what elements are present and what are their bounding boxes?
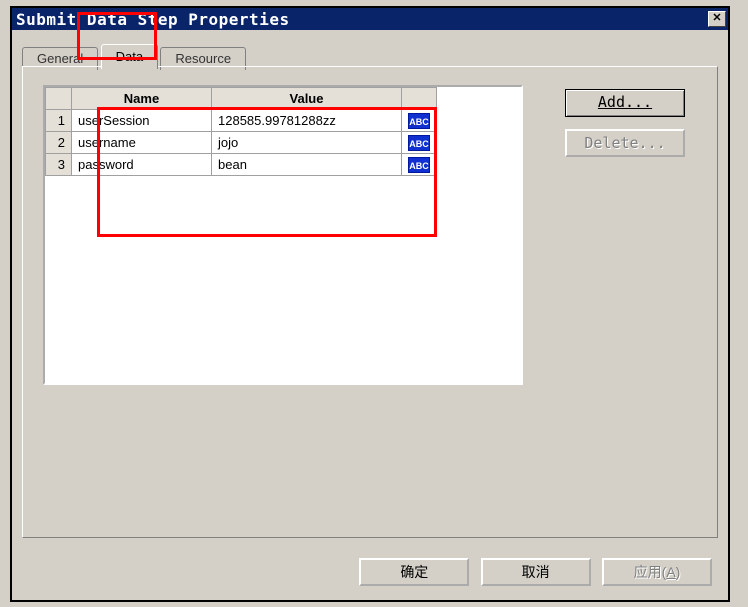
ok-button[interactable]: 确定: [359, 558, 469, 586]
button-label: Add...: [598, 93, 652, 111]
side-button-group: Add... Delete...: [565, 89, 695, 169]
cell-value[interactable]: bean: [212, 154, 402, 176]
abc-icon: ABC: [408, 113, 430, 129]
col-header-value[interactable]: Value: [212, 88, 402, 110]
button-label: 取消: [522, 564, 550, 580]
cell-type-chip[interactable]: ABC: [402, 132, 437, 154]
dialog-button-bar: 确定 取消 应用(A): [18, 558, 722, 586]
table-row[interactable]: 3 password bean ABC: [46, 154, 437, 176]
cell-name[interactable]: userSession: [72, 110, 212, 132]
client-area: General Data Resource Name Value 1 userS…: [18, 36, 722, 594]
tab-data[interactable]: Data: [101, 44, 158, 69]
col-header-name[interactable]: Name: [72, 88, 212, 110]
cell-value[interactable]: 128585.99781288zz: [212, 110, 402, 132]
abc-icon: ABC: [408, 157, 430, 173]
table-row[interactable]: 1 userSession 128585.99781288zz ABC: [46, 110, 437, 132]
abc-icon: ABC: [408, 135, 430, 151]
window-title: Submit Data Step Properties: [16, 10, 290, 29]
row-number[interactable]: 3: [46, 154, 72, 176]
table-row[interactable]: 2 username jojo ABC: [46, 132, 437, 154]
header-row: Name Value: [46, 88, 437, 110]
title-bar[interactable]: Submit Data Step Properties ✕: [12, 8, 728, 30]
apply-button: 应用(A): [602, 558, 712, 586]
cell-type-chip[interactable]: ABC: [402, 154, 437, 176]
tab-strip: General Data Resource: [22, 44, 722, 66]
dialog-window: Submit Data Step Properties ✕ General Da…: [10, 6, 730, 602]
cell-type-chip[interactable]: ABC: [402, 110, 437, 132]
button-label: Delete...: [584, 134, 665, 152]
row-number[interactable]: 2: [46, 132, 72, 154]
button-mnemonic: A: [666, 564, 675, 580]
button-label-suffix: ): [676, 564, 681, 580]
cell-name[interactable]: username: [72, 132, 212, 154]
button-label: 确定: [400, 564, 428, 580]
cancel-button[interactable]: 取消: [481, 558, 591, 586]
tab-label: Resource: [175, 51, 231, 66]
data-grid-frame[interactable]: Name Value 1 userSession 128585.99781288…: [43, 85, 523, 385]
tab-label: Data: [116, 49, 143, 64]
tab-label: General: [37, 51, 83, 66]
button-label-prefix: 应用(: [634, 564, 667, 580]
row-number[interactable]: 1: [46, 110, 72, 132]
cell-value[interactable]: jojo: [212, 132, 402, 154]
data-grid[interactable]: Name Value 1 userSession 128585.99781288…: [45, 87, 437, 176]
col-header-type: [402, 88, 437, 110]
tab-page-data: Name Value 1 userSession 128585.99781288…: [22, 66, 718, 538]
close-button[interactable]: ✕: [708, 11, 726, 27]
cell-name[interactable]: password: [72, 154, 212, 176]
corner-cell[interactable]: [46, 88, 72, 110]
delete-button: Delete...: [565, 129, 685, 157]
add-button[interactable]: Add...: [565, 89, 685, 117]
